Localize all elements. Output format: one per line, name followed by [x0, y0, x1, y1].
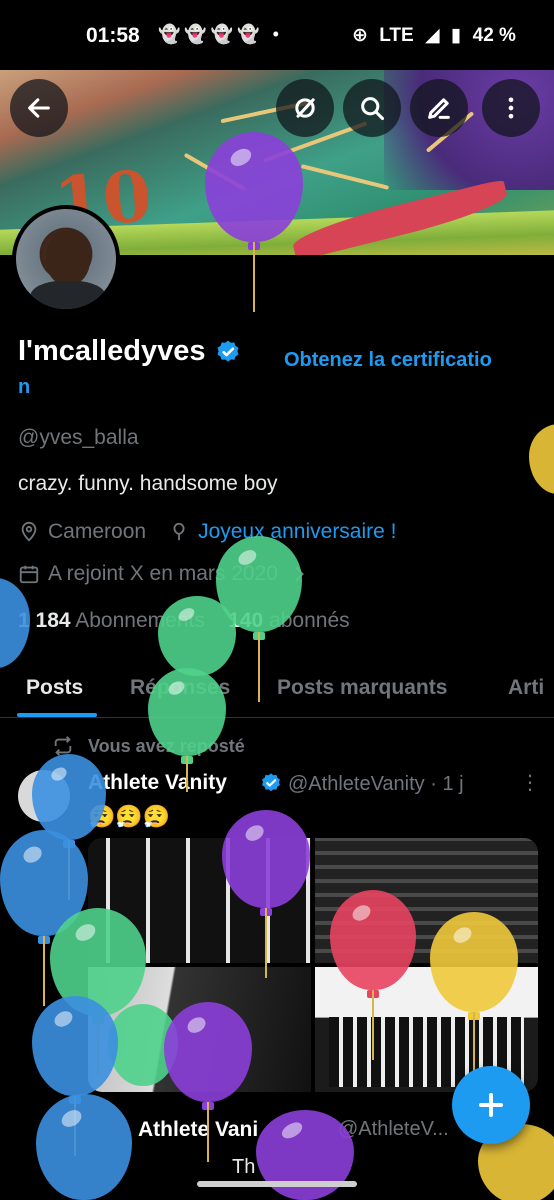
balloon-purple: [222, 810, 310, 978]
profile-avatar[interactable]: [12, 205, 120, 313]
quoted-author[interactable]: Athlete Vani: [138, 1118, 258, 1142]
post-more-icon[interactable]: ⋮: [520, 770, 540, 795]
balloon-purple: [164, 1002, 252, 1162]
back-button[interactable]: [10, 79, 68, 137]
location-icon: [21, 521, 37, 542]
balloon-purple: [205, 132, 303, 312]
balloon-green: [148, 668, 226, 792]
meta-location-row: Cameroon Joyeux anniversaire !: [18, 520, 397, 544]
balloon-blue: [0, 578, 30, 668]
tab-articles[interactable]: Arti: [508, 676, 544, 700]
grok-icon: [295, 98, 315, 118]
tab-posts[interactable]: Posts: [26, 676, 83, 700]
balloon-yellow: [529, 424, 554, 494]
hotspot-icon: ⊕: [352, 25, 368, 46]
balloon-red: [330, 890, 416, 1060]
post-author-name[interactable]: Athlete Vanity: [88, 771, 227, 795]
profile-bio: crazy. funny. handsome boy: [18, 472, 278, 495]
balloon-green: [158, 596, 236, 676]
quoted-text: Th: [232, 1156, 256, 1178]
quoted-handle: @AthleteV...: [338, 1118, 449, 1140]
arrow-left-icon: [28, 98, 50, 118]
compose-button[interactable]: [452, 1066, 530, 1144]
edit-button[interactable]: [410, 79, 468, 137]
signal-icon: ◢: [424, 25, 440, 46]
profile-handle: @yves_balla: [18, 426, 139, 449]
balloon-birthday-icon: [173, 522, 185, 541]
active-tab-indicator: [17, 713, 97, 717]
get-verified-link-wrap[interactable]: n: [18, 376, 30, 399]
status-bar: 01:58 👻👻👻👻 • ⊕ LTE ◢ ▮ 42 %: [0, 0, 554, 70]
post-handle-time: @AthleteVanity · 1 j: [288, 773, 464, 795]
edit-icon: [428, 98, 450, 119]
network-label: LTE: [379, 25, 414, 46]
display-name: I'mcalledyves: [18, 335, 206, 367]
profile-tabs: Posts Réponses Posts marquants Arti: [0, 662, 554, 718]
battery-percent: 42 %: [472, 25, 516, 46]
notification-icons: 👻👻👻👻 •: [158, 24, 283, 44]
balloon-blue: [36, 1094, 132, 1200]
battery-icon: ▮: [450, 25, 462, 46]
more-button[interactable]: [482, 79, 540, 137]
grok-button[interactable]: [276, 79, 334, 137]
name-row: I'mcalledyves: [18, 335, 241, 368]
search-icon: [361, 97, 385, 121]
status-time: 01:58: [86, 24, 140, 47]
balloon-blue: [32, 996, 118, 1156]
get-verified-link[interactable]: Obtenez la certificatio: [284, 343, 544, 378]
tab-highlights[interactable]: Posts marquants: [277, 676, 447, 700]
balloon-yellow: [430, 912, 518, 1082]
location-text: Cameroon: [48, 520, 147, 543]
more-vertical-icon: [508, 97, 514, 119]
verified-badge-icon[interactable]: [215, 339, 241, 365]
post-verified-icon: [262, 773, 280, 792]
balloon-blue: [32, 754, 106, 900]
home-indicator[interactable]: [197, 1181, 357, 1187]
plus-icon: [479, 1093, 503, 1117]
status-right: ⊕ LTE ◢ ▮ 42 %: [352, 24, 522, 47]
search-button[interactable]: [343, 79, 401, 137]
